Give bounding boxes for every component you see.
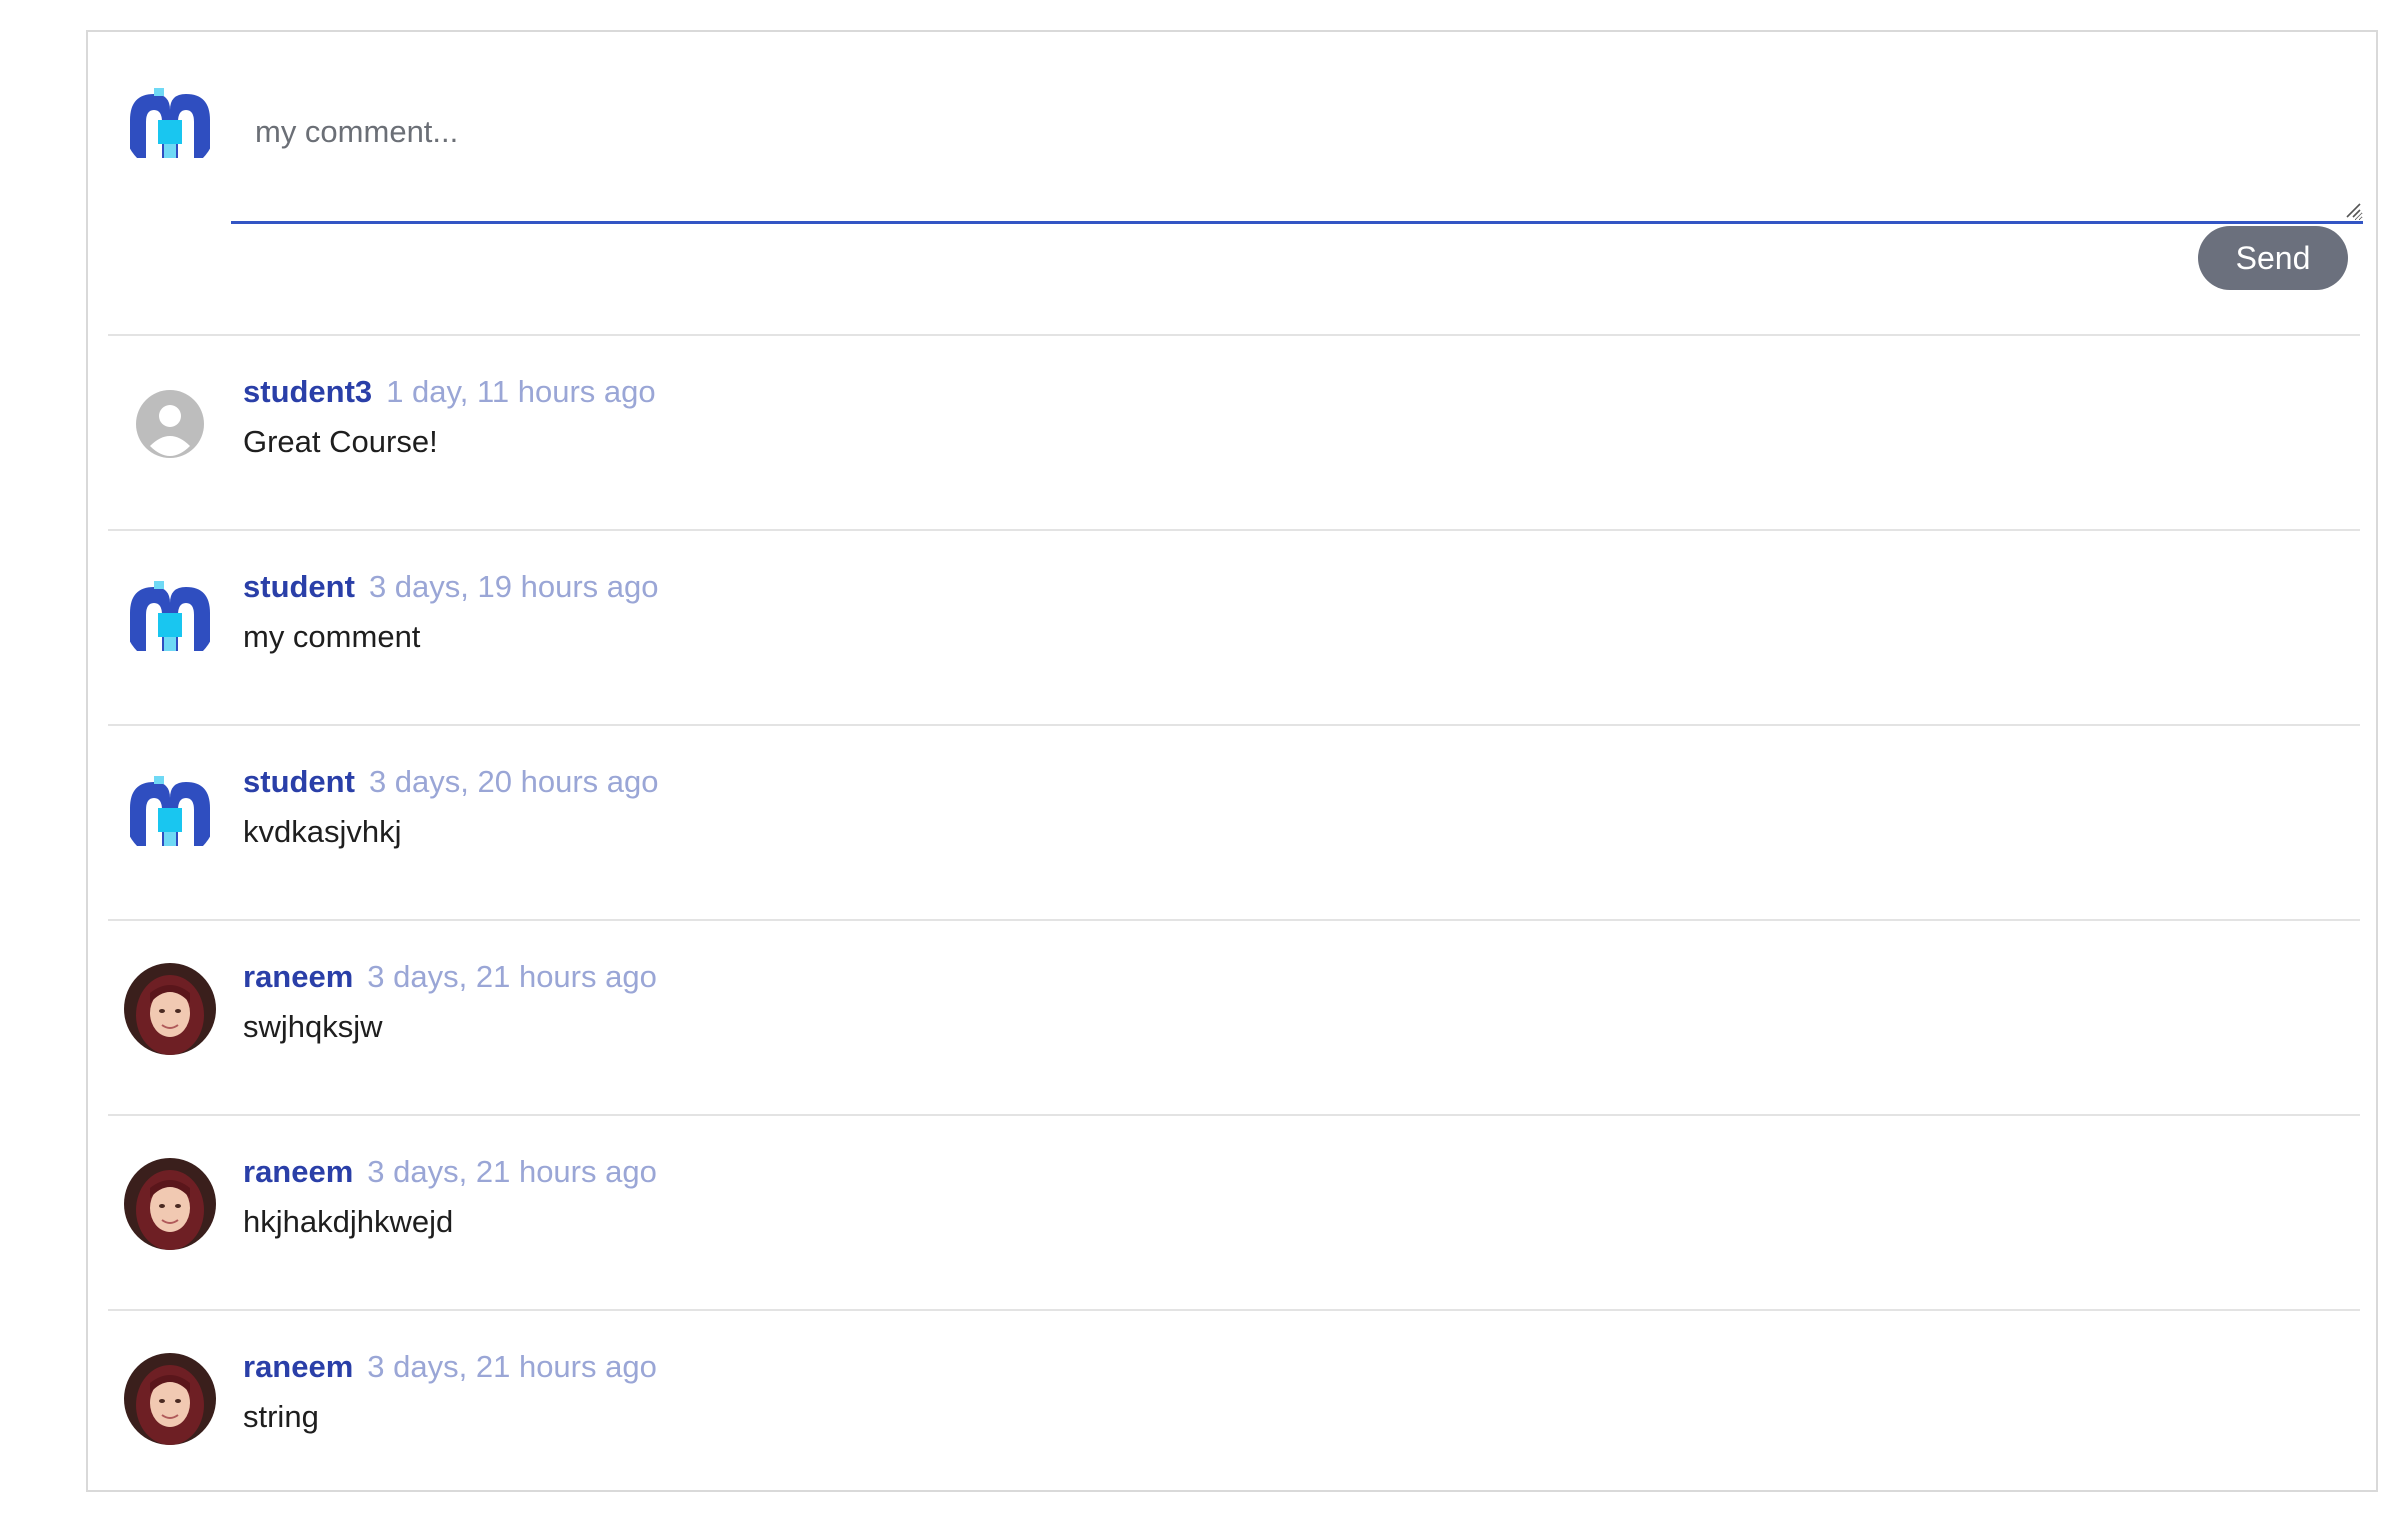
comment-input-wrapper (231, 78, 2363, 224)
comment-author-link[interactable]: raneem (243, 1154, 353, 1189)
comment-avatar (124, 963, 216, 1055)
comment-avatar (124, 1353, 216, 1445)
comment-author-link[interactable]: student (243, 764, 355, 799)
comment-item: student 3 days, 19 hours ago my comment (108, 529, 2360, 724)
comment-meta: student 3 days, 19 hours ago (243, 567, 658, 613)
comment-timestamp: 3 days, 19 hours ago (368, 569, 659, 604)
comment-item: raneem 3 days, 21 hours ago swjhqksjw (108, 919, 2360, 1114)
brand-logo-avatar-icon (124, 80, 216, 172)
comment-text: swjhqksjw (243, 1009, 383, 1044)
comment-item: student3 1 day, 11 hours ago Great Course… (108, 334, 2360, 529)
brand-logo-avatar-icon (124, 573, 216, 665)
profile-photo-icon (124, 1158, 216, 1250)
comment-timestamp: 1 day, 11 hours ago (386, 374, 656, 409)
comment-text: string (243, 1399, 319, 1434)
comment-text: Great Course! (243, 424, 438, 459)
comment-author-link[interactable]: raneem (243, 959, 353, 994)
send-button[interactable]: Send (2198, 226, 2348, 290)
comment-meta: student3 1 day, 11 hours ago (243, 372, 656, 418)
comment-meta: raneem 3 days, 21 hours ago (243, 957, 657, 1003)
comment-input[interactable] (231, 78, 2363, 224)
comments-panel: Send student3 1 day, 11 hours ago Great C… (86, 30, 2378, 1492)
comment-composer: Send (88, 32, 2376, 334)
comment-timestamp: 3 days, 21 hours ago (367, 1349, 657, 1384)
current-user-avatar (124, 80, 216, 172)
comment-timestamp: 3 days, 20 hours ago (368, 764, 659, 799)
comment-author-link[interactable]: student (243, 569, 355, 604)
comment-list: student3 1 day, 11 hours ago Great Course… (108, 334, 2360, 1504)
brand-logo-avatar-icon (124, 768, 216, 860)
comment-timestamp: 3 days, 21 hours ago (367, 959, 657, 994)
comment-avatar (124, 768, 216, 860)
comment-text: hkjhakdjhkwejd (243, 1204, 454, 1239)
profile-photo-icon (124, 1353, 216, 1445)
comment-author-link[interactable]: raneem (243, 1349, 353, 1384)
comment-item: raneem 3 days, 21 hours ago hkjhakdjhkwej… (108, 1114, 2360, 1309)
comment-meta: raneem 3 days, 21 hours ago (243, 1152, 657, 1198)
comment-avatar (124, 1158, 216, 1250)
comment-author-link[interactable]: student3 (243, 374, 372, 409)
profile-photo-icon (124, 963, 216, 1055)
comment-text: kvdkasjvhkj (243, 814, 402, 849)
comment-avatar (124, 378, 216, 470)
comment-item: student 3 days, 20 hours ago kvdkasjvhkj (108, 724, 2360, 919)
comment-meta: student 3 days, 20 hours ago (243, 762, 658, 808)
comment-text: my comment (243, 619, 421, 654)
comment-meta: raneem 3 days, 21 hours ago (243, 1347, 657, 1393)
comment-item: raneem 3 days, 21 hours ago string (108, 1309, 2360, 1504)
comment-timestamp: 3 days, 21 hours ago (367, 1154, 657, 1189)
default-user-icon (124, 378, 216, 470)
comment-avatar (124, 573, 216, 665)
